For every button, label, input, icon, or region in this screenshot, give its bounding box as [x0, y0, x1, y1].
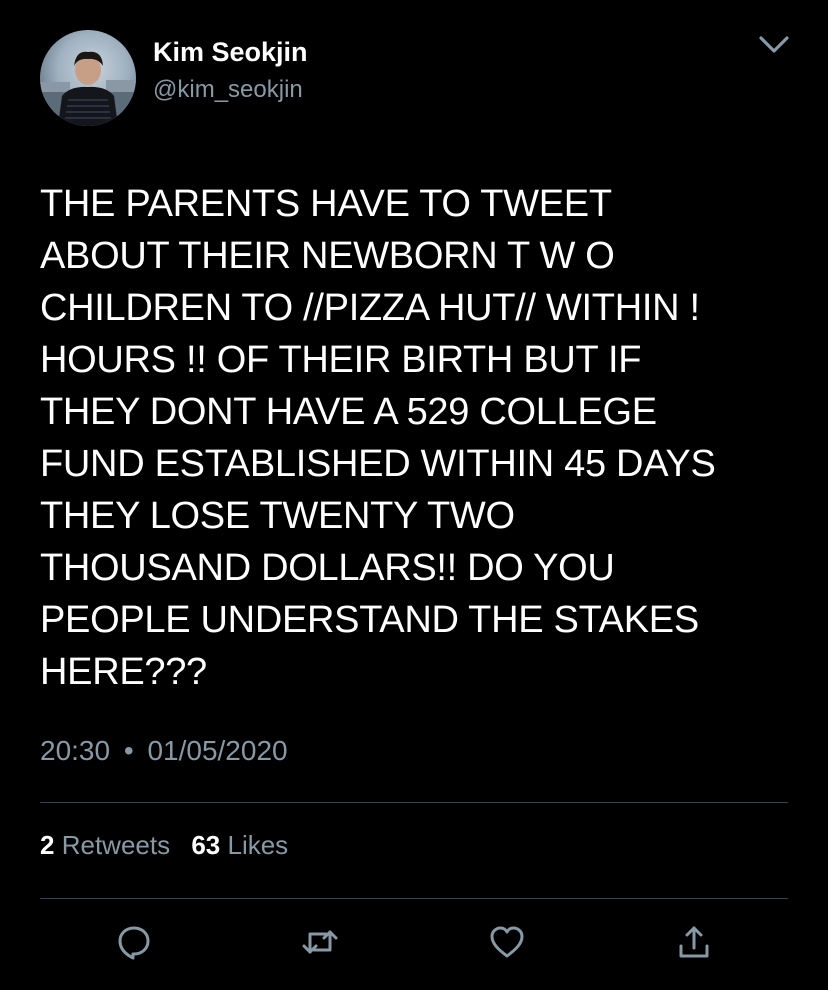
retweets-label: Retweets: [61, 830, 171, 860]
tweet-date: 01/05/2020: [147, 735, 288, 766]
avatar[interactable]: [40, 30, 136, 126]
display-name[interactable]: Kim Seokjin: [153, 34, 308, 70]
reply-icon[interactable]: [114, 922, 154, 962]
tweet-line: THE PARENTS HAVE TO TWEET: [40, 183, 612, 225]
tweet-line: HOURS !! OF THEIR BIRTH BUT IF: [40, 339, 642, 381]
chevron-down-icon[interactable]: [755, 30, 793, 60]
tweet-time: 20:30: [40, 735, 111, 766]
likes-stat[interactable]: 63 Likes: [191, 830, 288, 860]
tweet-line: THEY LOSE TWENTY TWO: [40, 495, 515, 537]
tweet-stats: 2 Retweets 63 Likes: [40, 828, 302, 862]
tweet-timestamp[interactable]: 20:30 • 01/05/2020: [40, 733, 288, 769]
tweet-line: CHILDREN TO //PIZZA HUT// WITHIN !: [40, 287, 700, 329]
divider: [40, 802, 788, 803]
tweet-line: THEY DONT HAVE A 529 COLLEGE: [40, 391, 657, 433]
user-handle[interactable]: @kim_seokjin: [153, 74, 303, 106]
retweets-count: 2: [40, 830, 55, 860]
timestamp-separator: •: [123, 735, 134, 766]
tweet-line: PEOPLE UNDERSTAND THE STAKES: [40, 599, 699, 641]
like-icon[interactable]: [487, 922, 527, 962]
divider: [40, 898, 788, 899]
tweet-line: ABOUT THEIR NEWBORN T W O: [40, 235, 615, 277]
likes-label: Likes: [227, 830, 289, 860]
likes-count: 63: [191, 830, 221, 860]
retweet-icon[interactable]: [300, 922, 340, 962]
retweets-stat[interactable]: 2 Retweets: [40, 830, 177, 860]
share-icon[interactable]: [674, 922, 714, 962]
action-bar: [0, 922, 828, 962]
tweet-line: HERE???: [40, 651, 207, 693]
tweet-line: FUND ESTABLISHED WITHIN 45 DAYS: [40, 443, 716, 485]
tweet-line: THOUSAND DOLLARS!! DO YOU: [40, 547, 615, 589]
tweet-text: THE PARENTS HAVE TO TWEET ABOUT THEIR NE…: [40, 178, 800, 698]
